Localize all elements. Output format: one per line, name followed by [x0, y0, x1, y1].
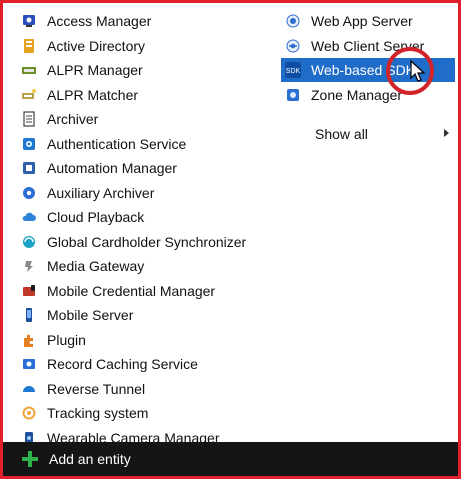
add-entity-bar[interactable]: Add an entity	[3, 442, 458, 476]
menu-item-alpr-manager[interactable]: ALPR Manager	[21, 58, 143, 82]
plugin-icon	[21, 332, 37, 348]
menu-item-global-cardholder-synchronizer[interactable]: Global Cardholder Synchronizer	[21, 230, 246, 254]
alpr-matcher-icon	[21, 87, 37, 103]
menu-right-item-zone-manager[interactable]: Zone Manager	[281, 83, 455, 107]
alpr-manager-icon	[21, 62, 37, 78]
media-gateway-icon	[21, 258, 37, 274]
menu-item-label: Authentication Service	[47, 136, 187, 152]
menu-item-tracking-system[interactable]: Tracking system	[21, 401, 148, 425]
menu-item-label: Global Cardholder Synchronizer	[47, 234, 247, 250]
mouse-cursor-icon	[410, 60, 426, 82]
menu-item-mobile-server[interactable]: Mobile Server	[21, 303, 133, 327]
plus-icon	[21, 450, 39, 468]
active-directory-icon	[21, 38, 37, 54]
archiver-icon	[21, 111, 37, 127]
menu-item-label: Record Caching Service	[47, 356, 198, 372]
menu-item-label: ALPR Matcher	[47, 87, 139, 103]
show-all-item[interactable]: Show all	[281, 122, 455, 146]
menu-item-authentication-service[interactable]: Authentication Service	[21, 132, 186, 156]
cloud-playback-icon	[21, 209, 37, 225]
record-caching-service-icon	[21, 356, 37, 372]
menu-item-label: Archiver	[47, 111, 99, 127]
show-all-label: Show all	[315, 126, 368, 142]
zone-manager-icon	[285, 87, 301, 103]
menu-right-item-web-app-server[interactable]: Web App Server	[281, 9, 455, 33]
submenu-arrow-icon	[444, 129, 449, 137]
menu-item-record-caching-service[interactable]: Record Caching Service	[21, 352, 198, 376]
web-client-server-icon	[285, 38, 301, 54]
sdk-icon: SDK	[285, 62, 301, 78]
access-manager-icon	[21, 13, 37, 29]
menu-item-access-manager[interactable]: Access Manager	[21, 9, 151, 33]
menu-item-label: Active Directory	[47, 38, 146, 54]
menu-item-label: Automation Manager	[47, 160, 177, 176]
menu-item-label: Zone Manager	[311, 87, 403, 103]
mobile-server-icon	[21, 307, 37, 323]
reverse-tunnel-icon	[21, 381, 37, 397]
tracking-system-icon	[21, 405, 37, 421]
svg-text:SDK: SDK	[286, 68, 301, 75]
menu-item-label: Reverse Tunnel	[47, 381, 146, 397]
menu-item-plugin[interactable]: Plugin	[21, 328, 86, 352]
menu-item-alpr-matcher[interactable]: ALPR Matcher	[21, 83, 138, 107]
mobile-credential-manager-icon	[21, 283, 37, 299]
menu-item-label: Access Manager	[47, 13, 152, 29]
add-entity-label: Add an entity	[49, 451, 131, 467]
menu-item-label: Mobile Server	[47, 307, 134, 323]
menu-item-active-directory[interactable]: Active Directory	[21, 34, 145, 58]
menu-item-archiver[interactable]: Archiver	[21, 107, 98, 131]
global-cardholder-synchronizer-icon	[21, 234, 37, 250]
menu-item-reverse-tunnel[interactable]: Reverse Tunnel	[21, 377, 145, 401]
auxiliary-archiver-icon	[21, 185, 37, 201]
web-app-server-icon	[285, 13, 301, 29]
menu-item-label: Auxiliary Archiver	[47, 185, 155, 201]
menu-item-media-gateway[interactable]: Media Gateway	[21, 254, 144, 278]
menu-item-label: ALPR Manager	[47, 62, 143, 78]
menu-item-automation-manager[interactable]: Automation Manager	[21, 156, 177, 180]
menu-item-mobile-credential-manager[interactable]: Mobile Credential Manager	[21, 279, 215, 303]
automation-manager-icon	[21, 160, 37, 176]
menu-right-item-web-client-server[interactable]: Web Client Server	[281, 34, 455, 58]
menu-item-label: Media Gateway	[47, 258, 145, 274]
authentication-service-icon	[21, 136, 37, 152]
menu-item-auxiliary-archiver[interactable]: Auxiliary Archiver	[21, 181, 154, 205]
menu-item-label: Cloud Playback	[47, 209, 145, 225]
menu-item-cloud-playback[interactable]: Cloud Playback	[21, 205, 144, 229]
menu-item-label: Mobile Credential Manager	[47, 283, 216, 299]
menu-item-label: Web App Server	[311, 13, 413, 29]
menu-item-label: Plugin	[47, 332, 86, 348]
menu-item-label: Tracking system	[47, 405, 149, 421]
